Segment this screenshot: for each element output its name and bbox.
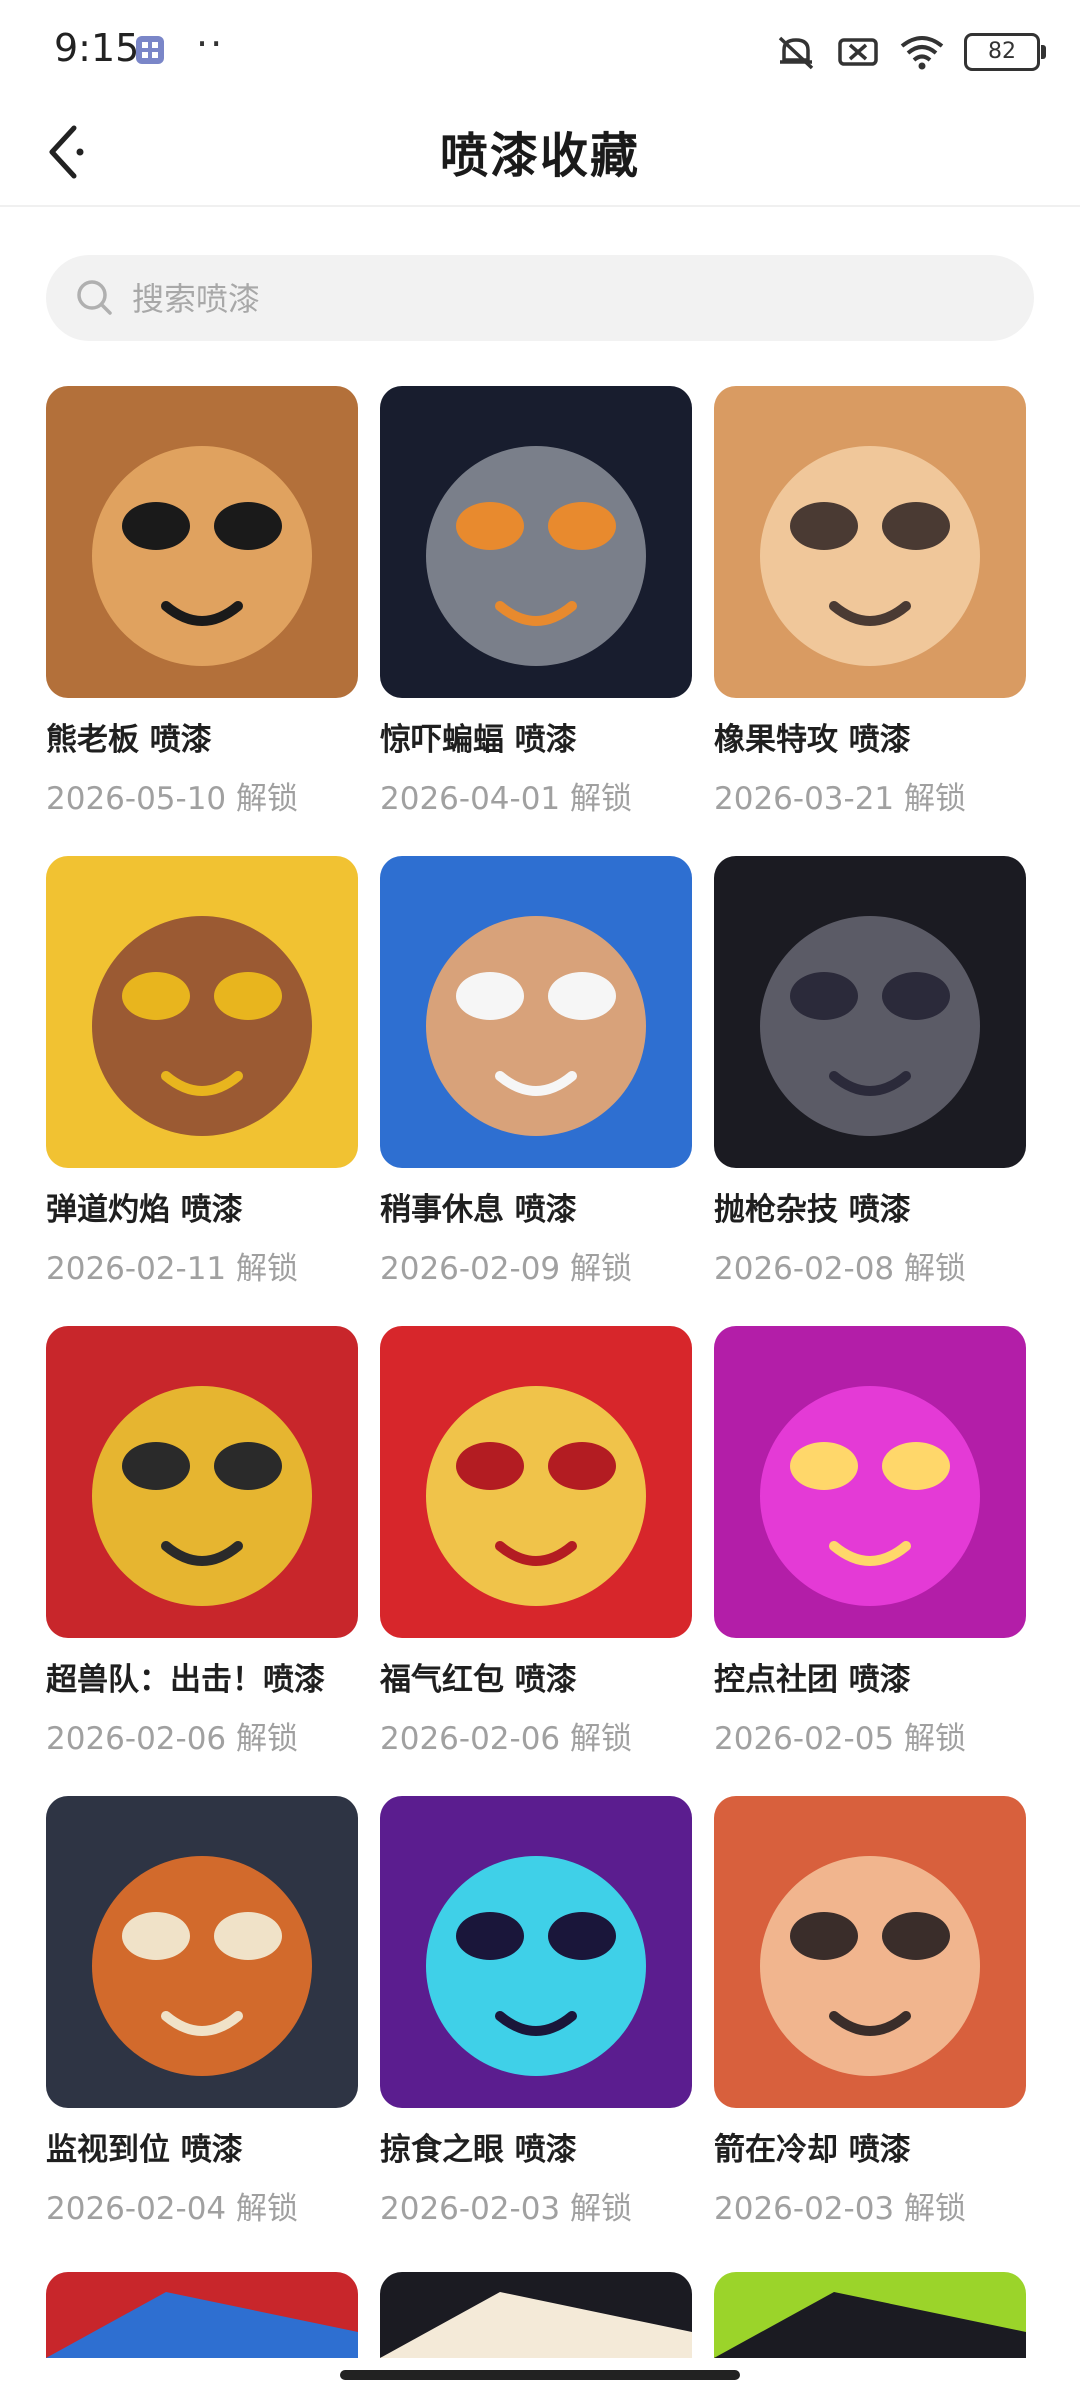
spray-thumbnail[interactable] xyxy=(380,856,692,1168)
spray-thumbnail[interactable] xyxy=(46,1796,358,2108)
spray-unlock-date: 2026-02-09 解锁 xyxy=(380,1251,633,1287)
top-app-bar: 喷漆收藏 xyxy=(0,100,1080,207)
spray-thumbnail[interactable] xyxy=(46,386,358,698)
spray-unlock-date: 2026-03-21 解锁 xyxy=(714,781,967,817)
spray-card[interactable]: 抛枪杂技 喷漆 2026-02-08 解锁 xyxy=(714,856,1026,1326)
spray-unlock-date: 2026-02-11 解锁 xyxy=(46,1251,299,1287)
status-time: 9:15 xyxy=(54,26,140,70)
spray-name: 控点社团 喷漆 xyxy=(714,1662,911,1698)
spray-card[interactable]: 监视到位 喷漆 2026-02-04 解锁 xyxy=(46,1796,358,2266)
spray-card[interactable]: 惊吓蝙蝠 喷漆 2026-04-01 解锁 xyxy=(380,386,692,856)
wifi-icon xyxy=(900,36,944,70)
spray-name: 弹道灼焰 喷漆 xyxy=(46,1192,243,1228)
status-bar: 9:15 ·· 82 xyxy=(0,0,1080,100)
spray-thumbnail[interactable] xyxy=(714,2272,1026,2358)
spray-thumbnail[interactable] xyxy=(46,1326,358,1638)
spray-card[interactable]: 稍事休息 喷漆 2026-02-09 解锁 xyxy=(380,856,692,1326)
page-title: 喷漆收藏 xyxy=(439,128,640,184)
no-sim-icon xyxy=(838,38,878,66)
spray-thumbnail[interactable] xyxy=(46,856,358,1168)
spray-name: 福气红包 喷漆 xyxy=(380,1662,577,1698)
spray-card[interactable]: 橡果特攻 喷漆 2026-03-21 解锁 xyxy=(714,386,1026,856)
spray-name: 稍事休息 喷漆 xyxy=(380,1192,577,1228)
spray-name: 橡果特攻 喷漆 xyxy=(714,722,911,758)
spray-thumbnail[interactable] xyxy=(380,2272,692,2358)
spray-unlock-date: 2026-02-03 解锁 xyxy=(380,2191,633,2227)
spray-name: 掠食之眼 喷漆 xyxy=(380,2132,577,2168)
battery-indicator: 82 xyxy=(964,33,1046,71)
spray-unlock-date: 2026-05-10 解锁 xyxy=(46,781,299,817)
spray-thumbnail[interactable] xyxy=(714,856,1026,1168)
spray-unlock-date: 2026-02-08 解锁 xyxy=(714,1251,967,1287)
spray-grid: 熊老板 喷漆 2026-05-10 解锁 惊吓蝙蝠 喷漆 2026-04-01 解锁 橡… xyxy=(46,386,1034,2266)
spray-card[interactable]: 弹道灼焰 喷漆 2026-02-11 解锁 xyxy=(46,856,358,1326)
spray-name: 抛枪杂技 喷漆 xyxy=(714,1192,911,1228)
spray-name: 熊老板 喷漆 xyxy=(46,722,212,758)
spray-card[interactable]: 福气红包 喷漆 2026-02-06 解锁 xyxy=(380,1326,692,1796)
mute-icon xyxy=(778,36,814,70)
app-notification-icon xyxy=(136,36,164,64)
spray-thumbnail[interactable] xyxy=(714,1326,1026,1638)
search-input[interactable] xyxy=(130,255,994,343)
spray-unlock-date: 2026-02-04 解锁 xyxy=(46,2191,299,2227)
spray-card[interactable]: 箭在冷却 喷漆 2026-02-03 解锁 xyxy=(714,1796,1026,2266)
spray-card[interactable]: 控点社团 喷漆 2026-02-05 解锁 xyxy=(714,1326,1026,1796)
spray-thumbnail[interactable] xyxy=(46,2272,358,2358)
spray-thumbnail[interactable] xyxy=(714,1796,1026,2108)
spray-name: 箭在冷却 喷漆 xyxy=(714,2132,911,2168)
spray-unlock-date: 2026-02-05 解锁 xyxy=(714,1721,967,1757)
spray-thumbnail[interactable] xyxy=(714,386,1026,698)
spray-name: 惊吓蝙蝠 喷漆 xyxy=(380,722,577,758)
spray-thumbnail[interactable] xyxy=(380,386,692,698)
more-notifications-dots: ·· xyxy=(196,22,225,66)
spray-name: 监视到位 喷漆 xyxy=(46,2132,243,2168)
spray-card[interactable]: 超兽队：出击！喷漆 2026-02-06 解锁 xyxy=(46,1326,358,1796)
spray-name: 超兽队：出击！喷漆 xyxy=(46,1662,325,1698)
spray-thumbnail[interactable] xyxy=(380,1796,692,2108)
spray-unlock-date: 2026-02-06 解锁 xyxy=(46,1721,299,1757)
home-indicator[interactable] xyxy=(340,2370,740,2380)
search-icon xyxy=(77,280,112,315)
spray-grid-next-row xyxy=(46,2272,1034,2358)
search-bar[interactable] xyxy=(46,255,1034,343)
spray-unlock-date: 2026-04-01 解锁 xyxy=(380,781,633,817)
spray-thumbnail[interactable] xyxy=(380,1326,692,1638)
spray-unlock-date: 2026-02-03 解锁 xyxy=(714,2191,967,2227)
spray-card[interactable]: 熊老板 喷漆 2026-05-10 解锁 xyxy=(46,386,358,856)
spray-card[interactable]: 掠食之眼 喷漆 2026-02-03 解锁 xyxy=(380,1796,692,2266)
spray-unlock-date: 2026-02-06 解锁 xyxy=(380,1721,633,1757)
